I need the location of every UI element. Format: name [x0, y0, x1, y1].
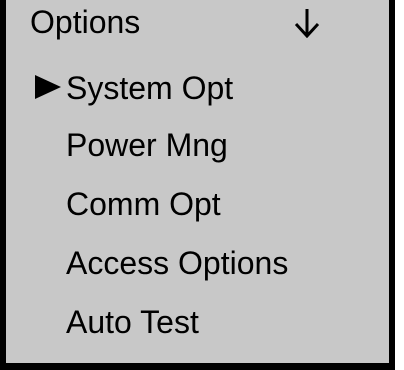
menu-item-power-mng[interactable]: Power Mng: [66, 117, 386, 173]
down-arrow-icon[interactable]: [294, 8, 320, 38]
menu-item-system-opt[interactable]: System Opt: [66, 60, 386, 116]
menu-item-comm-opt[interactable]: Comm Opt: [66, 176, 386, 232]
options-menu-panel: Options System Opt Power Mng Comm Opt Ac…: [0, 0, 395, 370]
right-triangle-icon: [35, 75, 61, 99]
menu-item-access-options[interactable]: Access Options: [66, 235, 386, 291]
menu-item-auto-test[interactable]: Auto Test: [66, 294, 386, 350]
menu-title: Options: [30, 4, 141, 40]
